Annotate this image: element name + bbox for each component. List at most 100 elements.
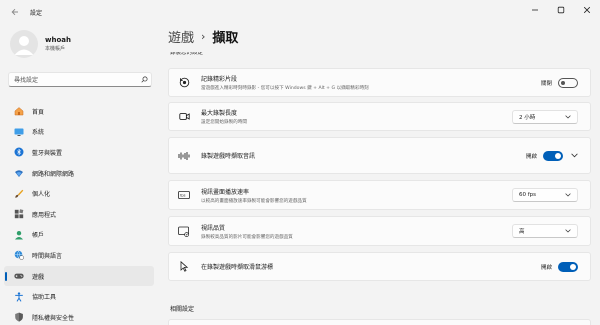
sidebar-item-network[interactable]: 網路和網際網路 [4,163,154,184]
video-quality-dropdown[interactable]: 高 [512,224,578,238]
user-avatar-icon [14,36,34,55]
close-button[interactable] [574,0,600,20]
setting-card-capture-audio[interactable]: 錄製遊戲時擷取音訊 開啟 [168,137,591,174]
page-title: 擷取 [212,31,239,46]
wifi-icon [14,168,24,178]
setting-title: 記錄精彩片段 [201,76,238,83]
sidebar-item-system[interactable]: 系統 [4,122,154,143]
sidebar-item-accounts[interactable]: 帳戶 [4,225,154,246]
section-heading-partial: 錄製您的設定 [170,52,204,56]
sidebar-item-home[interactable]: 首頁 [4,101,154,122]
svg-text:fps: fps [180,194,186,198]
setting-card-record-highlights: 記錄精彩片段 當遊戲進入精彩時刻時錄影 - 您可以按下 Windows 鍵 + … [168,68,591,97]
sidebar-item-privacy[interactable]: 隱私權與安全性 [4,307,154,325]
setting-title: 錄製遊戲時擷取音訊 [201,153,256,160]
bluetooth-icon [14,147,24,157]
minimize-icon [532,9,538,11]
sidebar-item-label: 首頁 [32,108,45,116]
sidebar-item-label: 個人化 [32,191,51,199]
sidebar-item-label: 藍牙與裝置 [32,149,63,157]
sidebar-item-time-language[interactable]: 時間與語言 [4,245,154,266]
toggle-state-label: 開啟 [540,264,552,271]
fps-icon: fps [178,189,190,201]
setting-description: 當遊戲進入精彩時刻時錄影 - 您可以按下 Windows 鍵 + Alt + G… [201,86,369,91]
capture-audio-toggle[interactable] [543,150,563,161]
setting-title: 視訊畫面播放速率 [201,188,250,196]
sidebar-item-label: 隱私權與安全性 [32,314,75,322]
record-icon [178,77,190,89]
avatar [10,30,38,58]
sidebar-item-gaming[interactable]: 遊戲 [4,265,154,287]
close-icon [583,6,591,14]
globe-clock-icon [14,250,24,261]
video-quality-icon [178,225,190,237]
related-settings-heading: 相關設定 [170,306,195,313]
account-type: 本機帳戶 [45,46,66,52]
home-icon [14,106,24,116]
maximize-button[interactable] [548,0,574,20]
setting-title: 在錄製遊戲時擷取滑鼠游標 [201,264,274,271]
setting-description: 設定您開始錄製的時間 [201,120,247,125]
apps-icon [14,209,24,219]
person-icon [14,230,24,240]
chevron-down-icon [565,193,571,197]
related-settings-card[interactable] [168,319,591,325]
setting-title: 最大錄製長度 [201,110,238,117]
breadcrumb-parent[interactable]: 遊戲 [168,27,194,46]
mouse-cursor-icon [178,261,190,273]
system-monitor-icon [14,127,24,137]
setting-title: 視訊品質 [201,224,226,232]
title-bar: 設定 [0,0,600,24]
account-info[interactable]: whoah 本機帳戶 [10,30,71,58]
sidebar-item-label: 時間與語言 [32,252,63,260]
accessibility-icon [14,292,24,302]
dropdown-value: 高 [519,229,525,235]
toggle-state-label: 關閉 [540,80,552,87]
capture-cursor-toggle[interactable] [558,261,578,272]
gamepad-icon [14,271,24,281]
sidebar-item-personalization[interactable]: 個人化 [4,183,154,204]
sidebar-item-bluetooth[interactable]: 藍牙與裝置 [4,142,154,163]
search-box[interactable]: 尋找設定 [8,72,152,87]
sidebar-item-accessibility[interactable]: 協助工具 [4,286,154,307]
max-recording-length-dropdown[interactable]: 2 小時 [512,109,578,124]
sidebar-item-label: 網路和網際網路 [32,170,75,178]
search-input[interactable]: 尋找設定 [14,75,137,84]
setting-card-capture-cursor: 在錄製遊戲時擷取滑鼠游標 開啟 [168,252,591,281]
setting-description: 以較高的畫面播放速率錄製可能會影響您的遊戲品質 [201,198,307,204]
sidebar-item-label: 協助工具 [32,294,57,302]
audio-wave-icon [178,150,190,162]
setting-description: 錄製較高品質的影片可能會影響您的遊戲品質 [201,234,293,240]
account-name: whoah [45,36,71,44]
expand-chevron-icon[interactable] [571,153,578,158]
sidebar-item-label: 遊戲 [32,273,45,281]
dropdown-value: 60 fps [519,192,537,198]
back-button[interactable] [4,1,26,23]
chevron-down-icon [565,229,571,233]
sidebar-item-apps[interactable]: 應用程式 [4,204,154,225]
video-camera-icon [178,111,190,123]
setting-card-max-recording-length: 最大錄製長度 設定您開始錄製的時間 2 小時 [168,102,591,131]
chevron-down-icon [565,114,571,119]
back-arrow-icon [11,8,18,16]
breadcrumb: 遊戲 › 擷取 [168,27,238,46]
toggle-state-label: 開啟 [525,153,537,160]
shield-icon [14,312,24,322]
sidebar-item-label: 應用程式 [32,211,57,219]
sidebar-nav: 首頁 系統 藍牙與裝置 網路和網際網路 個人化 應用程式 帳戶 時間與語言 遊戲… [4,101,154,325]
window-title: 設定 [30,9,43,17]
sidebar: whoah 本機帳戶 尋找設定 首頁 系統 藍牙與裝置 網路和網際網路 個人化 … [0,24,158,325]
frame-rate-dropdown[interactable]: 60 fps [512,188,578,202]
setting-card-video-quality: 視訊品質 錄製較高品質的影片可能會影響您的遊戲品質 高 [168,216,591,246]
paintbrush-icon [14,189,24,199]
sidebar-item-label: 帳戶 [32,232,45,240]
main-content: 遊戲 › 擷取 錄製您的設定 記錄精彩片段 當遊戲進入精彩時刻時錄影 - 您可以… [158,24,600,325]
dropdown-value: 2 小時 [519,114,536,121]
search-icon[interactable] [137,76,151,83]
sidebar-item-label: 系統 [32,129,45,137]
setting-card-frame-rate: fps 視訊畫面播放速率 以較高的畫面播放速率錄製可能會影響您的遊戲品質 60 … [168,180,591,210]
maximize-icon [557,6,565,14]
record-highlights-toggle[interactable] [558,77,578,88]
breadcrumb-separator: › [201,30,206,43]
minimize-button[interactable] [522,0,548,20]
